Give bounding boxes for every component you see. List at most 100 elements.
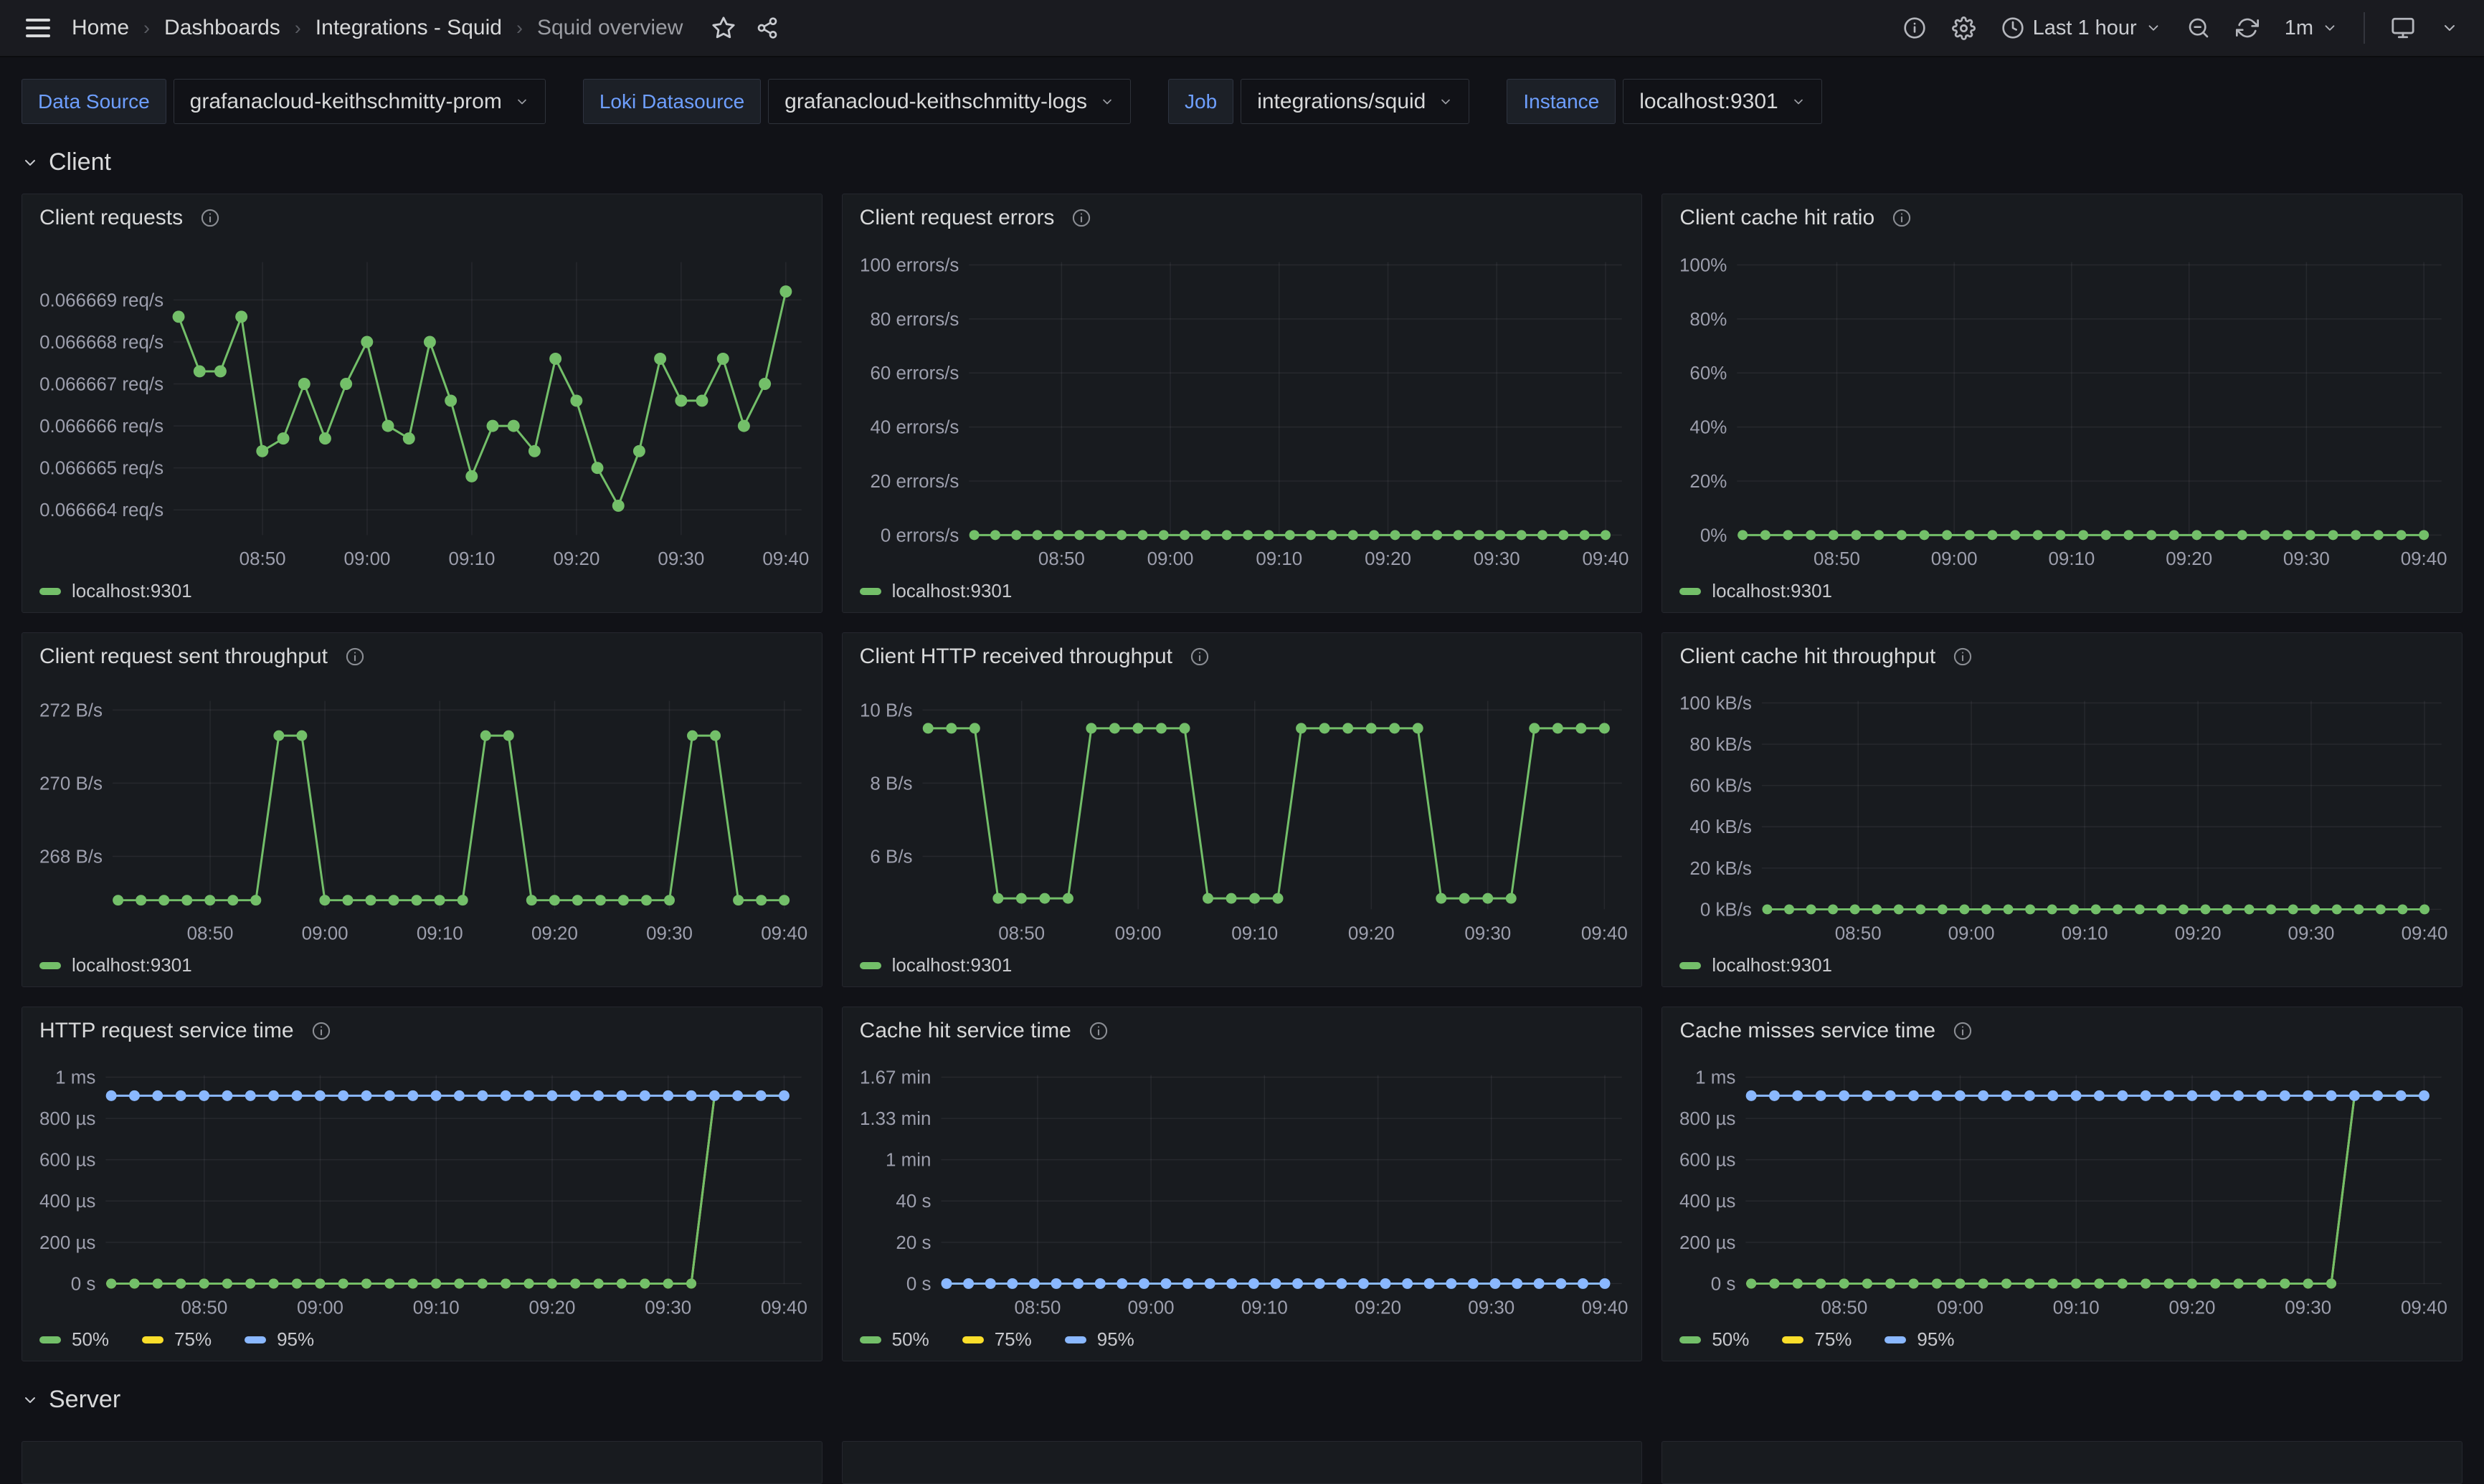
svg-text:09:30: 09:30: [645, 1298, 691, 1318]
chart-canvas[interactable]: 0 s200 µs400 µs600 µs800 µs1 ms08:5009:0…: [22, 1007, 822, 1361]
panel-title[interactable]: Cache misses service time: [1679, 1019, 1935, 1043]
chart-canvas[interactable]: 268 B/s270 B/s272 B/s08:5009:0009:1009:2…: [22, 633, 822, 986]
svg-text:100 errors/s: 100 errors/s: [860, 255, 959, 275]
panel-title[interactable]: Cache hit service time: [860, 1019, 1071, 1043]
svg-text:100 kB/s: 100 kB/s: [1679, 693, 1752, 713]
panel-info-button[interactable]: [200, 208, 220, 228]
monitor-icon: [2391, 16, 2415, 40]
panel-grid-server: [0, 1441, 2484, 1484]
filter-value-dropdown[interactable]: grafanacloud-keithschmitty-prom: [174, 79, 546, 124]
panel-title[interactable]: Client request errors: [860, 206, 1055, 230]
legend-item[interactable]: 95%: [1065, 1328, 1134, 1351]
chevron-down-icon: [1100, 95, 1114, 109]
chart-canvas[interactable]: 0.066664 req/s0.066665 req/s0.066666 req…: [22, 194, 822, 612]
legend-item[interactable]: 95%: [1885, 1328, 1954, 1351]
panel-title[interactable]: Client HTTP received throughput: [860, 645, 1172, 669]
legend-item[interactable]: 75%: [1782, 1328, 1852, 1351]
chart-canvas[interactable]: 0 s20 s40 s1 min1.33 min1.67 min08:5009:…: [843, 1007, 1642, 1361]
filter-instance: Instancelocalhost:9301: [1507, 79, 1821, 124]
panel-client-cache-hit-throughput: Client cache hit throughput0 kB/s20 kB/s…: [1661, 632, 2462, 987]
breadcrumb-item[interactable]: Dashboards: [164, 16, 280, 40]
star-icon[interactable]: [711, 16, 736, 40]
tv-kiosk-button[interactable]: [2391, 16, 2415, 40]
panel-title[interactable]: HTTP request service time: [39, 1019, 294, 1043]
svg-text:09:20: 09:20: [531, 923, 578, 943]
menu-icon[interactable]: [26, 19, 50, 37]
legend-color-pill: [860, 588, 881, 595]
refresh-button[interactable]: [2236, 16, 2259, 39]
panel-cache-misses-service-time: Cache misses service time0 s200 µs400 µs…: [1661, 1007, 2462, 1361]
panel-info-button[interactable]: [1071, 208, 1091, 228]
legend-color-pill: [962, 1336, 984, 1343]
chart-canvas[interactable]: 0 errors/s20 errors/s40 errors/s60 error…: [843, 194, 1642, 612]
section-header-client[interactable]: Client: [0, 124, 2484, 194]
legend-label: 50%: [892, 1328, 929, 1351]
info-icon: [1190, 647, 1210, 667]
panel-info-button[interactable]: [1953, 1021, 1973, 1041]
chart-canvas[interactable]: 0 kB/s20 kB/s40 kB/s60 kB/s80 kB/s100 kB…: [1662, 633, 2462, 986]
refresh-interval-dropdown[interactable]: 1m: [2285, 16, 2338, 40]
zoom-out-button[interactable]: [2187, 16, 2210, 39]
panel-info-button[interactable]: [1190, 647, 1210, 667]
chart-canvas[interactable]: 0%20%40%60%80%100%08:5009:0009:1009:2009…: [1662, 194, 2462, 612]
legend-color-pill: [1679, 588, 1701, 595]
panel-header: Client cache hit throughput: [1679, 645, 1973, 669]
panel-title[interactable]: Client cache hit ratio: [1679, 206, 1874, 230]
panel-info-button[interactable]: [311, 1021, 331, 1041]
dashboard-settings-button[interactable]: [1952, 16, 1976, 40]
filter-value-text: localhost:9301: [1639, 90, 1778, 114]
time-range-picker[interactable]: Last 1 hour: [2001, 16, 2161, 40]
legend-item[interactable]: localhost:9301: [39, 580, 192, 602]
panel-info-button[interactable]: [1953, 647, 1973, 667]
panel-info-button[interactable]: [1089, 1021, 1109, 1041]
panel-title[interactable]: Client requests: [39, 206, 183, 230]
chart-series-localhost9301: [922, 723, 1609, 903]
legend-item[interactable]: 50%: [1679, 1328, 1749, 1351]
info-icon: [1903, 16, 1926, 39]
svg-text:60%: 60%: [1690, 363, 1727, 384]
svg-text:0.066667 req/s: 0.066667 req/s: [39, 375, 163, 395]
svg-text:20%: 20%: [1690, 472, 1727, 492]
share-icon[interactable]: [756, 16, 779, 39]
legend-item[interactable]: 75%: [962, 1328, 1032, 1351]
svg-text:08:50: 08:50: [240, 549, 286, 569]
svg-text:09:20: 09:20: [1355, 1298, 1401, 1318]
section-header-server[interactable]: Server: [0, 1361, 2484, 1431]
legend-color-pill: [245, 1336, 266, 1343]
chevron-down-icon: [515, 95, 529, 109]
filter-value-dropdown[interactable]: localhost:9301: [1623, 79, 1821, 124]
svg-text:09:40: 09:40: [1582, 549, 1629, 569]
filter-label: Loki Datasource: [583, 79, 761, 124]
legend-item[interactable]: 50%: [860, 1328, 929, 1351]
filter-value-dropdown[interactable]: integrations/squid: [1241, 79, 1469, 124]
svg-text:09:10: 09:10: [2053, 1298, 2100, 1318]
breadcrumb-item[interactable]: Integrations - Squid: [316, 16, 502, 40]
legend-item[interactable]: 95%: [245, 1328, 314, 1351]
legend-item[interactable]: 75%: [142, 1328, 212, 1351]
panel-title[interactable]: Client cache hit throughput: [1679, 645, 1935, 669]
legend-label: 95%: [1917, 1328, 1954, 1351]
filter-value-dropdown[interactable]: grafanacloud-keithschmitty-logs: [768, 79, 1131, 124]
zoom-out-icon: [2187, 16, 2210, 39]
legend-item[interactable]: localhost:9301: [39, 954, 192, 976]
svg-text:60 kB/s: 60 kB/s: [1690, 776, 1753, 796]
panel-title[interactable]: Client request sent throughput: [39, 645, 328, 669]
breadcrumb-item[interactable]: Home: [72, 16, 129, 40]
svg-text:08:50: 08:50: [998, 923, 1045, 943]
chart-canvas[interactable]: 6 B/s8 B/s10 B/s08:5009:0009:1009:2009:3…: [843, 633, 1642, 986]
breadcrumb-separator: ›: [143, 17, 150, 39]
svg-text:1 ms: 1 ms: [55, 1067, 95, 1088]
panel-info-button[interactable]: [1892, 208, 1912, 228]
legend-item[interactable]: localhost:9301: [1679, 954, 1832, 976]
legend-item[interactable]: localhost:9301: [860, 954, 1013, 976]
legend-item[interactable]: localhost:9301: [1679, 580, 1832, 602]
chart-canvas[interactable]: 0 s200 µs400 µs600 µs800 µs1 ms08:5009:0…: [1662, 1007, 2462, 1361]
chart-series-localhost9301: [173, 285, 792, 512]
legend-item[interactable]: localhost:9301: [860, 580, 1013, 602]
svg-text:40 errors/s: 40 errors/s: [870, 418, 959, 438]
dashboard-info-button[interactable]: [1903, 16, 1926, 39]
chart-series-50: [1746, 1090, 2429, 1288]
legend-item[interactable]: 50%: [39, 1328, 109, 1351]
panel-info-button[interactable]: [345, 647, 365, 667]
kiosk-mode-dropdown[interactable]: [2441, 19, 2458, 37]
